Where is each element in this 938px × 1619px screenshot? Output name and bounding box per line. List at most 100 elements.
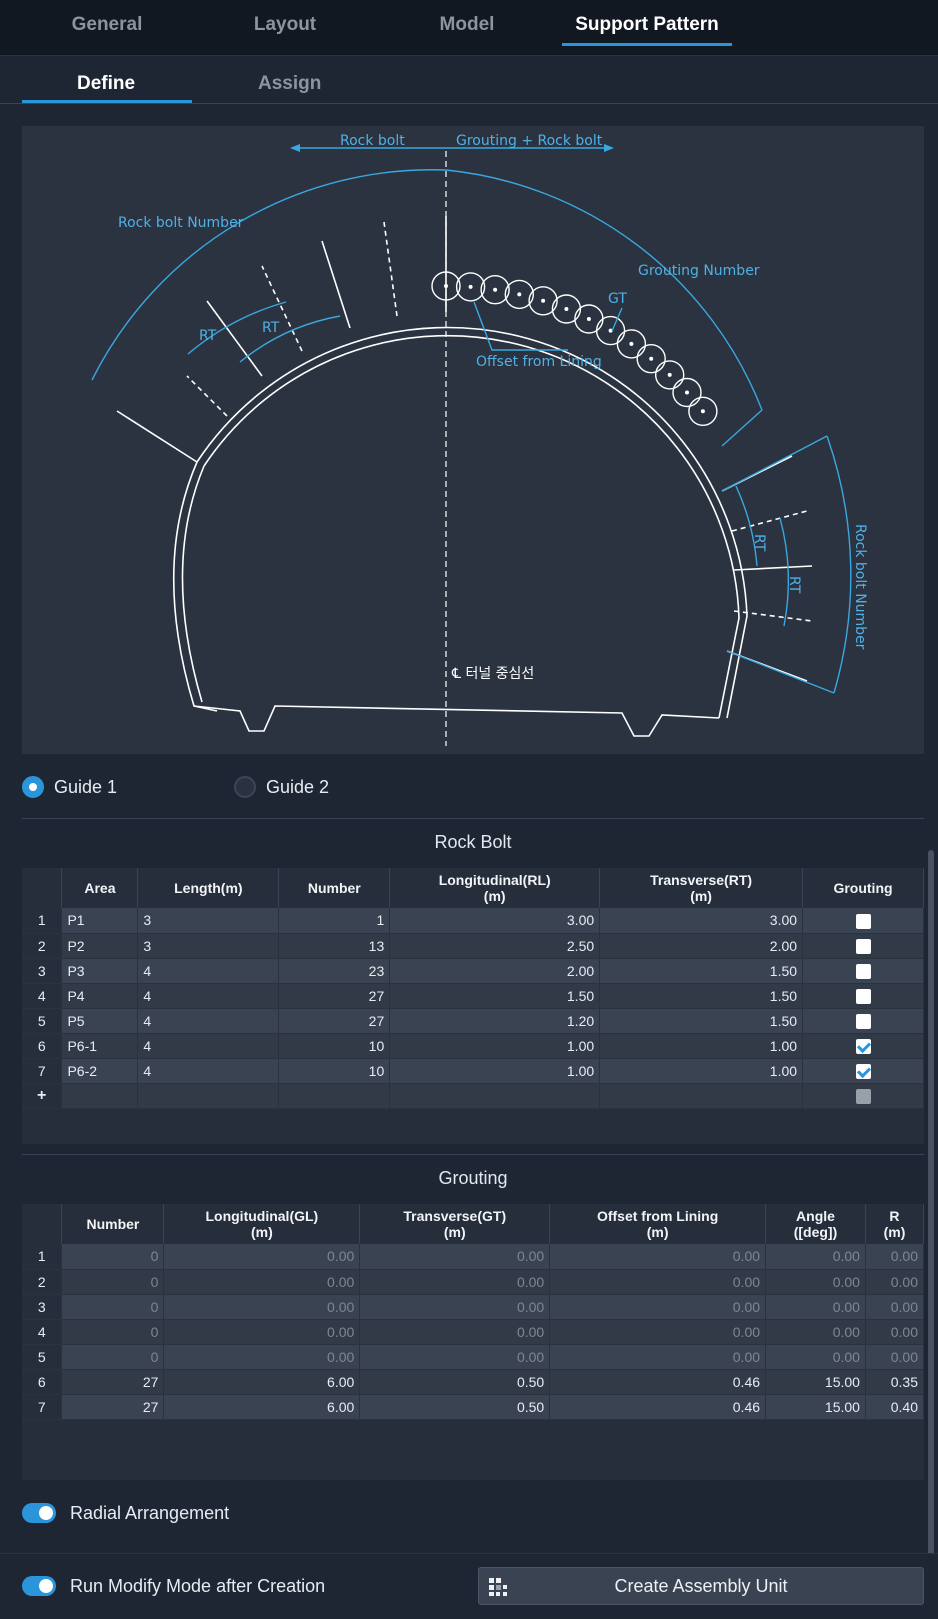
radio-indicator[interactable] xyxy=(22,776,44,798)
number-cell[interactable]: 10 xyxy=(278,1033,391,1059)
area-cell[interactable]: P5 xyxy=(61,1008,139,1034)
header-r[interactable]: R (m) xyxy=(865,1204,925,1244)
grouting-checkbox[interactable] xyxy=(855,963,871,979)
empty-cell[interactable] xyxy=(278,1083,391,1109)
length-cell[interactable]: 4 xyxy=(137,983,280,1009)
grouting-cell[interactable] xyxy=(802,1008,924,1034)
number-cell[interactable]: 13 xyxy=(278,933,391,959)
angle-cell[interactable]: 15.00 xyxy=(765,1394,866,1420)
table-row[interactable]: 4 0 0.00 0.00 0.00 0.00 0.00 xyxy=(22,1319,925,1345)
longitudinal-cell[interactable]: 2.00 xyxy=(389,958,601,984)
transverse-cell[interactable]: 0.50 xyxy=(359,1394,551,1420)
header-grouting[interactable]: Grouting xyxy=(802,868,924,908)
number-cell[interactable]: 27 xyxy=(278,983,391,1009)
longitudinal-cell[interactable]: 1.20 xyxy=(389,1008,601,1034)
guide-1-radio[interactable]: Guide 1 xyxy=(22,774,117,800)
grouting-cell[interactable] xyxy=(802,908,924,934)
header-transverse-rt[interactable]: Transverse(RT) (m) xyxy=(599,868,804,908)
length-cell[interactable]: 4 xyxy=(137,1008,280,1034)
transverse-cell[interactable]: 0.50 xyxy=(359,1369,551,1395)
header-angle[interactable]: Angle ([deg]) xyxy=(765,1204,866,1244)
guide-2-radio[interactable]: Guide 2 xyxy=(234,774,329,800)
longitudinal-cell[interactable]: 1.00 xyxy=(389,1058,601,1084)
area-cell[interactable]: P1 xyxy=(61,908,139,934)
grouting-cell[interactable] xyxy=(802,1033,924,1059)
grouting-cell[interactable] xyxy=(802,1058,924,1084)
tab-assign[interactable]: Assign xyxy=(258,73,321,95)
longitudinal-cell[interactable]: 1.50 xyxy=(389,983,601,1009)
table-row[interactable]: 7 27 6.00 0.50 0.46 15.00 0.40 xyxy=(22,1394,925,1420)
empty-cell[interactable] xyxy=(137,1083,280,1109)
transverse-cell[interactable]: 2.00 xyxy=(599,933,804,959)
header-longitudinal-rl[interactable]: Longitudinal(RL) (m) xyxy=(389,868,601,908)
table-row[interactable]: 6 P6-1 4 10 1.00 1.00 xyxy=(22,1033,924,1059)
empty-cell[interactable] xyxy=(599,1083,804,1109)
length-cell[interactable]: 4 xyxy=(137,1058,280,1084)
run-modify-toggle[interactable] xyxy=(22,1576,56,1596)
transverse-cell[interactable]: 1.00 xyxy=(599,1033,804,1059)
length-cell[interactable]: 4 xyxy=(137,958,280,984)
length-cell[interactable]: 3 xyxy=(137,908,280,934)
angle-cell[interactable]: 15.00 xyxy=(765,1369,866,1395)
header-offset-from-lining[interactable]: Offset from Lining (m) xyxy=(549,1204,767,1244)
table-row[interactable]: 2 0 0.00 0.00 0.00 0.00 0.00 xyxy=(22,1269,925,1295)
number-cell[interactable]: 1 xyxy=(278,908,391,934)
grouting-checkbox[interactable] xyxy=(855,1038,871,1054)
radio-indicator[interactable] xyxy=(234,776,256,798)
vertical-scrollbar[interactable] xyxy=(928,850,934,1570)
offset-cell[interactable]: 0.46 xyxy=(549,1369,767,1395)
longitudinal-cell[interactable]: 1.00 xyxy=(389,1033,601,1059)
table-row[interactable]: 3 P3 4 23 2.00 1.50 xyxy=(22,958,924,984)
number-cell[interactable]: 10 xyxy=(278,1058,391,1084)
number-cell[interactable]: 27 xyxy=(278,1008,391,1034)
longitudinal-cell[interactable]: 6.00 xyxy=(163,1394,361,1420)
r-cell[interactable]: 0.35 xyxy=(865,1369,925,1395)
transverse-cell[interactable]: 1.50 xyxy=(599,983,804,1009)
tab-general[interactable]: General xyxy=(22,14,192,44)
r-cell[interactable]: 0.40 xyxy=(865,1394,925,1420)
empty-cell[interactable] xyxy=(61,1083,139,1109)
longitudinal-cell[interactable]: 3.00 xyxy=(389,908,601,934)
add-row[interactable]: + xyxy=(22,1083,924,1109)
area-cell[interactable]: P2 xyxy=(61,933,139,959)
grouting-cell[interactable] xyxy=(802,958,924,984)
header-number[interactable]: Number xyxy=(61,1204,165,1244)
header-area[interactable]: Area xyxy=(61,868,139,908)
area-cell[interactable]: P4 xyxy=(61,983,139,1009)
table-row[interactable]: 7 P6-2 4 10 1.00 1.00 xyxy=(22,1058,924,1084)
number-cell[interactable]: 27 xyxy=(61,1369,165,1395)
grouting-cell[interactable] xyxy=(802,983,924,1009)
number-cell[interactable]: 27 xyxy=(61,1394,165,1420)
longitudinal-cell[interactable]: 6.00 xyxy=(163,1369,361,1395)
area-cell[interactable]: P6-2 xyxy=(61,1058,139,1084)
area-cell[interactable]: P3 xyxy=(61,958,139,984)
create-assembly-unit-button[interactable]: Create Assembly Unit xyxy=(478,1567,924,1605)
grouting-checkbox[interactable] xyxy=(855,913,871,929)
header-length[interactable]: Length(m) xyxy=(137,868,280,908)
add-row-button[interactable]: + xyxy=(22,1083,63,1109)
table-row[interactable]: 4 P4 4 27 1.50 1.50 xyxy=(22,983,924,1009)
table-row[interactable]: 5 0 0.00 0.00 0.00 0.00 0.00 xyxy=(22,1344,925,1370)
grouting-checkbox[interactable] xyxy=(855,938,871,954)
number-cell[interactable]: 23 xyxy=(278,958,391,984)
grouting-checkbox[interactable] xyxy=(855,988,871,1004)
longitudinal-cell[interactable]: 2.50 xyxy=(389,933,601,959)
empty-cell[interactable] xyxy=(389,1083,601,1109)
length-cell[interactable]: 3 xyxy=(137,933,280,959)
transverse-cell[interactable]: 1.50 xyxy=(599,1008,804,1034)
table-row[interactable]: 2 P2 3 13 2.50 2.00 xyxy=(22,933,924,959)
area-cell[interactable]: P6-1 xyxy=(61,1033,139,1059)
grouting-checkbox[interactable] xyxy=(855,1063,871,1079)
length-cell[interactable]: 4 xyxy=(137,1033,280,1059)
tab-support-pattern[interactable]: Support Pattern xyxy=(562,14,732,44)
radial-arrangement-toggle[interactable] xyxy=(22,1503,56,1523)
run-modify-toggle-row[interactable]: Run Modify Mode after Creation xyxy=(22,1572,325,1600)
offset-cell[interactable]: 0.46 xyxy=(549,1394,767,1420)
radial-arrangement-toggle-row[interactable]: Radial Arrangement xyxy=(22,1499,229,1527)
table-row[interactable]: 1 P1 3 1 3.00 3.00 xyxy=(22,908,924,934)
tab-model[interactable]: Model xyxy=(382,14,552,44)
table-row[interactable]: 6 27 6.00 0.50 0.46 15.00 0.35 xyxy=(22,1369,925,1395)
header-longitudinal-gl[interactable]: Longitudinal(GL) (m) xyxy=(163,1204,361,1244)
grouting-cell[interactable] xyxy=(802,933,924,959)
table-row[interactable]: 3 0 0.00 0.00 0.00 0.00 0.00 xyxy=(22,1294,925,1320)
